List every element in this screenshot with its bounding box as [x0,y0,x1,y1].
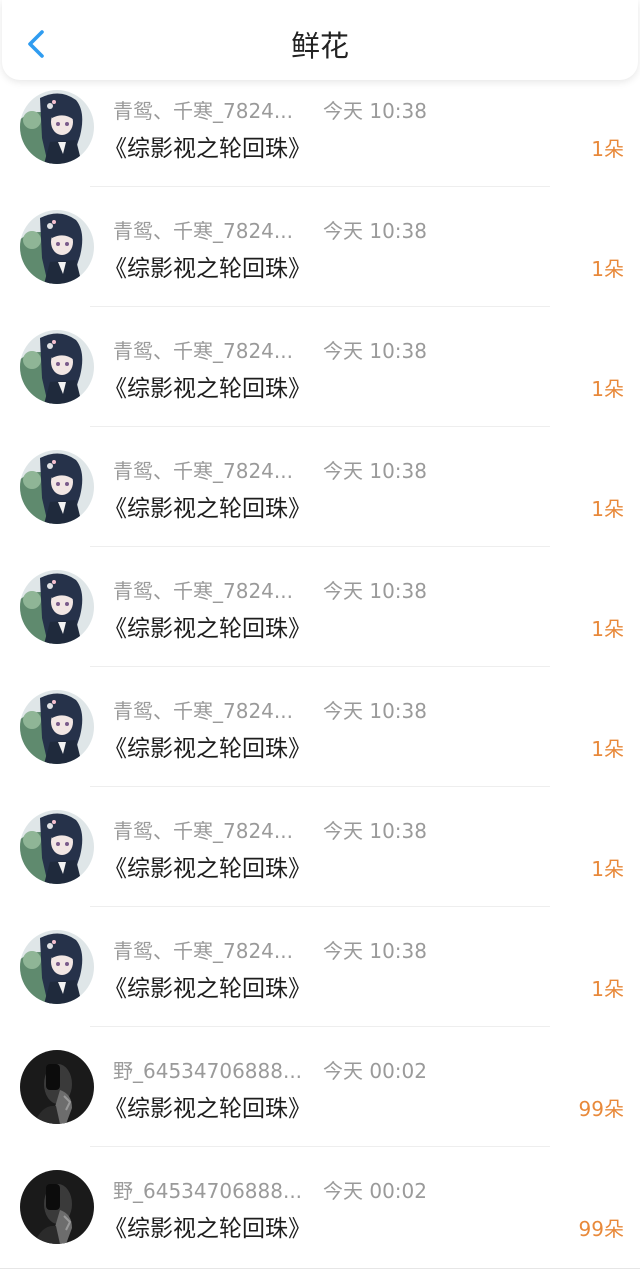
divider [90,426,550,427]
sender-meta: 青鸳、千寒_7824... 今天 10:38 [113,455,427,484]
divider [90,1146,550,1147]
sender-meta: 青鸳、千寒_7824... 今天 10:38 [113,815,427,844]
sender-name[interactable]: 青鸳、千寒_7824... [113,815,313,844]
flower-count: 99朵 [578,1217,624,1241]
flower-record-row[interactable]: 青鸳、千寒_7824... 今天 10:38 《综影视之轮回珠》 1朵 [0,83,640,203]
avatar[interactable] [20,1050,94,1124]
divider [0,1268,640,1269]
timestamp: 今天 10:38 [323,339,427,363]
book-title: 《综影视之轮回珠》 [104,736,311,762]
flower-record-row[interactable]: 野_64534706888... 今天 00:02 《综影视之轮回珠》 99朵 [0,1163,640,1283]
avatar[interactable] [20,930,94,1004]
book-title: 《综影视之轮回珠》 [104,256,311,282]
top-bar: 鲜花 [2,0,638,80]
timestamp: 今天 10:38 [323,219,427,243]
avatar[interactable] [20,810,94,884]
flower-count: 1朵 [591,857,624,881]
book-title: 《综影视之轮回珠》 [104,496,311,522]
flower-count: 1朵 [591,257,624,281]
timestamp: 今天 10:38 [323,819,427,843]
flower-count: 1朵 [591,617,624,641]
avatar[interactable] [20,210,94,284]
sender-meta: 青鸳、千寒_7824... 今天 10:38 [113,335,427,364]
book-title: 《综影视之轮回珠》 [104,1096,311,1122]
sender-meta: 野_64534706888... 今天 00:02 [113,1055,427,1084]
avatar[interactable] [20,1170,94,1244]
sender-name[interactable]: 野_64534706888... [113,1175,313,1204]
flower-record-row[interactable]: 青鸳、千寒_7824... 今天 10:38 《综影视之轮回珠》 1朵 [0,203,640,323]
sender-meta: 青鸳、千寒_7824... 今天 10:38 [113,575,427,604]
book-title: 《综影视之轮回珠》 [104,1216,311,1242]
flower-record-row[interactable]: 野_64534706888... 今天 00:02 《综影视之轮回珠》 99朵 [0,1043,640,1163]
flower-count: 1朵 [591,377,624,401]
book-title: 《综影视之轮回珠》 [104,616,311,642]
divider [90,786,550,787]
timestamp: 今天 10:38 [323,699,427,723]
divider [90,666,550,667]
timestamp: 今天 10:38 [323,939,427,963]
avatar[interactable] [20,570,94,644]
avatar[interactable] [20,330,94,404]
flower-count: 1朵 [591,497,624,521]
flower-count: 1朵 [591,737,624,761]
flower-count: 1朵 [591,137,624,161]
sender-name[interactable]: 青鸳、千寒_7824... [113,335,313,364]
sender-name[interactable]: 青鸳、千寒_7824... [113,455,313,484]
sender-name[interactable]: 野_64534706888... [113,1055,313,1084]
sender-meta: 野_64534706888... 今天 00:02 [113,1175,427,1204]
sender-meta: 青鸳、千寒_7824... 今天 10:38 [113,215,427,244]
book-title: 《综影视之轮回珠》 [104,976,311,1002]
flower-record-row[interactable]: 青鸳、千寒_7824... 今天 10:38 《综影视之轮回珠》 1朵 [0,803,640,923]
avatar[interactable] [20,690,94,764]
divider [90,1026,550,1027]
book-title: 《综影视之轮回珠》 [104,136,311,162]
divider [90,306,550,307]
flower-record-row[interactable]: 青鸳、千寒_7824... 今天 10:38 《综影视之轮回珠》 1朵 [0,563,640,683]
divider [90,186,550,187]
flower-count: 1朵 [591,977,624,1001]
divider [90,906,550,907]
sender-name[interactable]: 青鸳、千寒_7824... [113,935,313,964]
timestamp: 今天 10:38 [323,459,427,483]
flower-record-row[interactable]: 青鸳、千寒_7824... 今天 10:38 《综影视之轮回珠》 1朵 [0,443,640,563]
sender-name[interactable]: 青鸳、千寒_7824... [113,575,313,604]
sender-meta: 青鸳、千寒_7824... 今天 10:38 [113,695,427,724]
sender-name[interactable]: 青鸳、千寒_7824... [113,215,313,244]
book-title: 《综影视之轮回珠》 [104,856,311,882]
book-title: 《综影视之轮回珠》 [104,376,311,402]
timestamp: 今天 10:38 [323,579,427,603]
sender-meta: 青鸳、千寒_7824... 今天 10:38 [113,95,427,124]
flower-record-row[interactable]: 青鸳、千寒_7824... 今天 10:38 《综影视之轮回珠》 1朵 [0,683,640,803]
page-title: 鲜花 [290,29,349,63]
timestamp: 今天 00:02 [323,1059,427,1083]
avatar[interactable] [20,90,94,164]
flower-record-row[interactable]: 青鸳、千寒_7824... 今天 10:38 《综影视之轮回珠》 1朵 [0,923,640,1043]
avatar[interactable] [20,450,94,524]
flower-list: 青鸳、千寒_7824... 今天 10:38 《综影视之轮回珠》 1朵 青鸳、千寒_78… [0,83,640,1283]
divider [90,546,550,547]
sender-name[interactable]: 青鸳、千寒_7824... [113,695,313,724]
flower-count: 99朵 [578,1097,624,1121]
timestamp: 今天 10:38 [323,99,427,123]
sender-name[interactable]: 青鸳、千寒_7824... [113,95,313,124]
flower-record-row[interactable]: 青鸳、千寒_7824... 今天 10:38 《综影视之轮回珠》 1朵 [0,323,640,443]
timestamp: 今天 00:02 [323,1179,427,1203]
sender-meta: 青鸳、千寒_7824... 今天 10:38 [113,935,427,964]
